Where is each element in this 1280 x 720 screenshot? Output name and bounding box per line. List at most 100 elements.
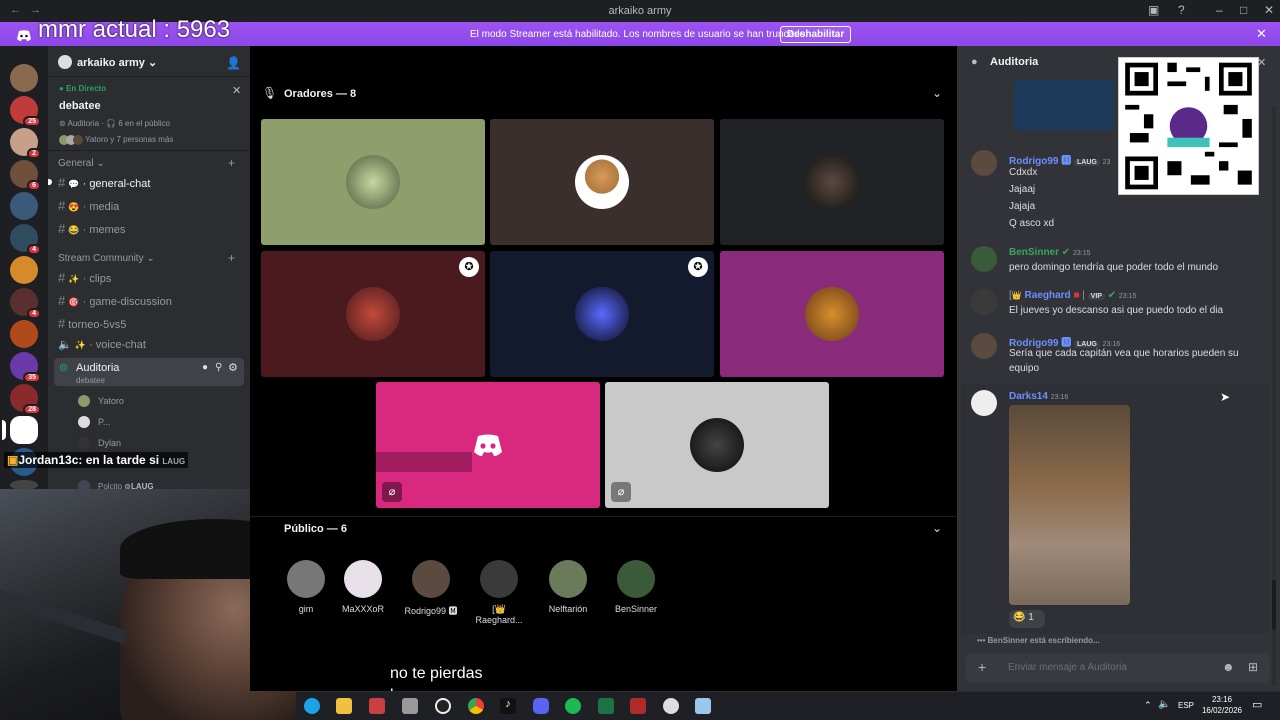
server-icon[interactable]: 2: [10, 128, 41, 159]
app5-icon[interactable]: [695, 698, 711, 714]
add-attachment-icon[interactable]: +: [978, 659, 986, 675]
avatar: [78, 437, 90, 449]
discord-icon[interactable]: [533, 698, 549, 714]
help-icon[interactable]: ?: [1178, 3, 1185, 17]
mmr-overlay: mmr actual : 5963: [38, 16, 231, 43]
maximize-button[interactable]: □: [1240, 3, 1247, 17]
channel-voice-chat[interactable]: 🔈 ✨ · voice-chat: [58, 338, 244, 351]
channel-game-discussion[interactable]: # 🎯 · game-discussion: [58, 293, 244, 308]
server-icon[interactable]: 6: [10, 160, 41, 191]
notification-icon[interactable]: ▭: [1252, 698, 1262, 711]
audience-member[interactable]: Rodrigo99 🅼: [401, 560, 461, 617]
server-icon[interactable]: 28: [10, 384, 41, 415]
server-icon[interactable]: 4: [10, 224, 41, 255]
app2-icon[interactable]: [402, 698, 418, 714]
close-icon[interactable]: ✕: [1256, 26, 1267, 42]
stage-member[interactable]: Yatoro: [98, 396, 124, 406]
audience-member[interactable]: [👑Raeghard...: [469, 560, 529, 625]
emoji-icon[interactable]: ☻: [1222, 660, 1235, 674]
language-indicator[interactable]: ESP: [1178, 701, 1194, 710]
server-icon[interactable]: 35: [10, 352, 41, 383]
obs-icon[interactable]: [435, 698, 451, 714]
server-icon: [58, 55, 72, 69]
close-icon[interactable]: ✕: [232, 84, 241, 97]
server-name[interactable]: arkaiko army ⌄: [77, 56, 157, 69]
server-icon[interactable]: [10, 192, 38, 220]
chat-input[interactable]: + Enviar mensaje a Auditoria ☻ ⊞: [966, 653, 1270, 683]
invite-icon[interactable]: ⚲: [215, 362, 222, 373]
channel-clips[interactable]: # ✨ · clips: [58, 270, 244, 285]
folder-icon[interactable]: [336, 698, 352, 714]
audience-member[interactable]: MaXXXoR: [333, 560, 393, 614]
add-member-icon[interactable]: 👤: [226, 56, 241, 70]
speaker-tile[interactable]: [720, 251, 944, 377]
discord-logo-icon[interactable]: [16, 30, 32, 45]
add-channel-icon[interactable]: +: [228, 251, 235, 265]
category-stream-community[interactable]: Stream Community ⌄: [58, 253, 155, 264]
channel-media[interactable]: # 😍 · media: [58, 198, 244, 213]
speaker-tile[interactable]: ✪: [261, 251, 485, 377]
gear-icon[interactable]: ⚙: [228, 361, 238, 374]
speaker-tile[interactable]: ⌀: [605, 382, 829, 508]
server-icon[interactable]: [10, 320, 38, 348]
add-channel-icon[interactable]: +: [228, 156, 235, 170]
channel-stage-selected[interactable]: ⊚ Auditoria debatee ● ⚲ ⚙: [54, 358, 244, 386]
avatar[interactable]: [971, 150, 997, 176]
server-icon[interactable]: [10, 64, 38, 92]
chat-bubble-icon: ●: [971, 56, 978, 68]
avatar[interactable]: [971, 289, 997, 315]
app-icon[interactable]: [369, 698, 385, 714]
edge-icon[interactable]: [304, 698, 320, 714]
stage-member[interactable]: P...: [98, 417, 110, 427]
app4-icon[interactable]: [663, 698, 679, 714]
stage-channel-name: Auditoria: [76, 362, 120, 374]
stage-member[interactable]: Dylan: [98, 438, 121, 448]
chevron-down-icon[interactable]: ⌄: [932, 521, 942, 535]
gif-attachment[interactable]: [1009, 405, 1130, 605]
scroll-thumb[interactable]: [1272, 580, 1276, 630]
server-icon[interactable]: [10, 256, 38, 284]
server-icon[interactable]: 4: [10, 288, 41, 319]
audience-member[interactable]: Nelftarión: [538, 560, 598, 614]
live-channel-name[interactable]: debatee: [59, 100, 101, 112]
category-general[interactable]: General ⌄: [58, 158, 105, 169]
unread-badge: 6: [27, 180, 41, 191]
speakers-title: Oradores — 8: [284, 88, 357, 100]
tiktok-icon[interactable]: ♪: [500, 698, 516, 714]
minimize-button[interactable]: –: [1216, 3, 1223, 17]
chrome-icon[interactable]: [468, 698, 484, 714]
channel-general-chat[interactable]: # 💬 · general-chat: [58, 175, 244, 190]
reaction-pill[interactable]: 😂 1: [1009, 610, 1045, 628]
apps-icon[interactable]: ⊞: [1248, 660, 1258, 674]
disable-streamer-button[interactable]: Deshabilitar: [780, 26, 852, 43]
app3-icon[interactable]: [630, 698, 646, 714]
channel-memes[interactable]: # 😂 · memes: [58, 221, 244, 236]
inbox-icon[interactable]: ▣: [1148, 3, 1159, 17]
audience-member[interactable]: BenSinner: [606, 560, 666, 614]
close-button[interactable]: ✕: [1264, 3, 1274, 17]
chevron-down-icon[interactable]: ⌄: [932, 86, 942, 100]
speaker-tile[interactable]: [720, 119, 944, 245]
server-icon[interactable]: 25: [10, 96, 41, 127]
avatar[interactable]: [971, 333, 997, 359]
spotify-icon[interactable]: [565, 698, 581, 714]
avatar[interactable]: [971, 390, 997, 416]
speaker-tile[interactable]: [490, 119, 714, 245]
speaker-icon: 🔈: [58, 339, 72, 351]
avatar: [575, 155, 629, 209]
clock[interactable]: 23:16 16/02/2026: [1200, 694, 1244, 716]
discord-logo-icon: [472, 434, 504, 463]
audience-member[interactable]: gim: [276, 560, 336, 614]
channel-torneo[interactable]: # torneo-5vs5: [58, 316, 244, 331]
volume-icon[interactable]: 🔈: [1158, 699, 1170, 710]
chat-icon[interactable]: ●: [202, 362, 208, 373]
avatar[interactable]: [971, 246, 997, 272]
tray-chevron-icon[interactable]: ⌃: [1144, 700, 1152, 711]
message-header: [👑 Raeghard ■ | VIP ✔ 23:15: [1009, 290, 1137, 301]
excel-icon[interactable]: [598, 698, 614, 714]
image-attachment[interactable]: [1014, 80, 1114, 130]
speaker-tile[interactable]: ⌀: [376, 382, 600, 508]
speaker-tile[interactable]: ✪: [490, 251, 714, 377]
server-icon-active[interactable]: [2, 416, 38, 444]
speaker-tile[interactable]: [261, 119, 485, 245]
